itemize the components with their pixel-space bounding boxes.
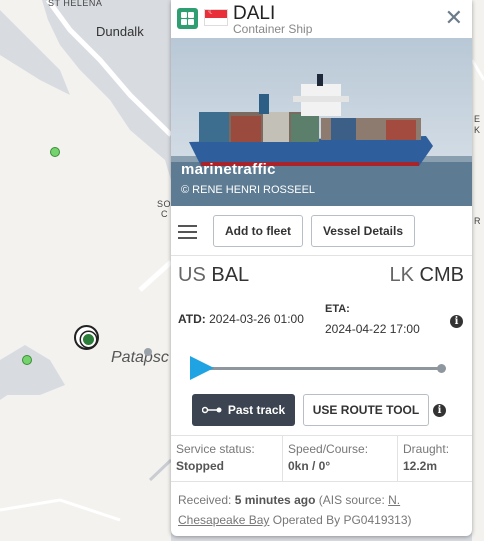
progress-track: [193, 367, 443, 370]
vessel-marker[interactable]: [50, 147, 60, 157]
card-header: DALI Container Ship ✕: [171, 0, 472, 38]
atd: ATD: 2024-03-26 01:00: [178, 312, 304, 326]
vessel-details-button[interactable]: Vessel Details: [311, 215, 415, 247]
track-buttons: Past track USE ROUTE TOOL i: [171, 390, 472, 434]
eta-info-icon[interactable]: i: [450, 315, 463, 328]
map-label-dundalk: Dundalk: [96, 24, 144, 39]
destination-country-code: LK: [389, 264, 414, 286]
past-track-button[interactable]: Past track: [192, 394, 295, 426]
map-label-fragment-r: R: [474, 216, 481, 226]
route-tool-button[interactable]: USE ROUTE TOOL: [303, 394, 429, 426]
map-label-fragment-so: SO: [157, 199, 172, 209]
past-track-label: Past track: [227, 403, 286, 417]
received-info: Received: 5 minutes ago (AIS source: N. …: [178, 490, 468, 530]
draught-cell: Draught: 12.2m: [398, 436, 472, 481]
map-label-fragment-k: K: [474, 125, 481, 135]
eta-label: ETA:: [325, 303, 350, 315]
photo-copyright: © RENE HENRI ROSSEEL: [181, 184, 316, 196]
departure-country-code: US: [178, 264, 206, 286]
received-label: Received:: [178, 493, 232, 507]
voyage-progress: [171, 348, 472, 390]
photo-watermark: marinetraffic: [181, 161, 276, 178]
map-label-fragment-c: C: [161, 209, 168, 219]
map-label-st-helena: ST HELENA: [48, 0, 103, 8]
selected-vessel-marker[interactable]: [74, 325, 99, 350]
departure-port[interactable]: US BAL: [178, 264, 249, 287]
draught-value: 12.2m: [403, 459, 438, 473]
voyage-route: US BAL LK CMB ATD: 2024-03-26 01:00 ETA:…: [171, 256, 472, 348]
vessel-type: Container Ship: [233, 22, 313, 36]
speed-course-value: 0kn / 0°: [288, 459, 331, 473]
vessel-info-card: DALI Container Ship ✕: [171, 0, 472, 536]
eta-value: 2024-04-22 17:00: [325, 322, 420, 336]
atd-label: ATD:: [178, 312, 206, 326]
track-line-icon: [201, 406, 222, 414]
map-label-fragment-e: E: [474, 114, 481, 124]
status-grid: Service status: Stopped Speed/Course: 0k…: [171, 435, 472, 482]
destination-port-code: CMB: [419, 264, 464, 286]
operated-by: Operated By PG0419313): [272, 513, 412, 527]
close-icon[interactable]: ✕: [445, 7, 463, 29]
ais-source-prefix: (AIS source:: [318, 493, 385, 507]
received-time: 5 minutes ago: [234, 493, 316, 507]
service-status-value: Stopped: [176, 459, 224, 473]
container-ship-icon: [177, 8, 198, 29]
route-tool-info-icon[interactable]: i: [433, 404, 446, 417]
speed-course-label: Speed/Course:: [288, 442, 369, 456]
draught-label: Draught:: [403, 442, 450, 456]
destination-port[interactable]: LK CMB: [390, 264, 464, 287]
service-status-label: Service status:: [176, 442, 255, 456]
progress-arrow-icon: [190, 356, 214, 380]
menu-icon[interactable]: [178, 225, 197, 239]
add-to-fleet-button[interactable]: Add to fleet: [213, 215, 303, 247]
departure-port-code: BAL: [211, 264, 250, 286]
singapore-flag-icon: [204, 7, 228, 26]
speed-course-cell: Speed/Course: 0kn / 0°: [283, 436, 398, 481]
vessel-marker[interactable]: [22, 355, 32, 365]
progress-end-dot: [437, 364, 446, 373]
service-status-cell: Service status: Stopped: [171, 436, 283, 481]
location-dot: [144, 348, 152, 356]
map-label-patapsco: Patapsc: [111, 349, 169, 366]
atd-value: 2024-03-26 01:00: [209, 312, 304, 326]
vessel-photo[interactable]: marinetraffic © RENE HENRI ROSSEEL: [171, 38, 472, 206]
card-actions: Add to fleet Vessel Details: [171, 206, 472, 256]
